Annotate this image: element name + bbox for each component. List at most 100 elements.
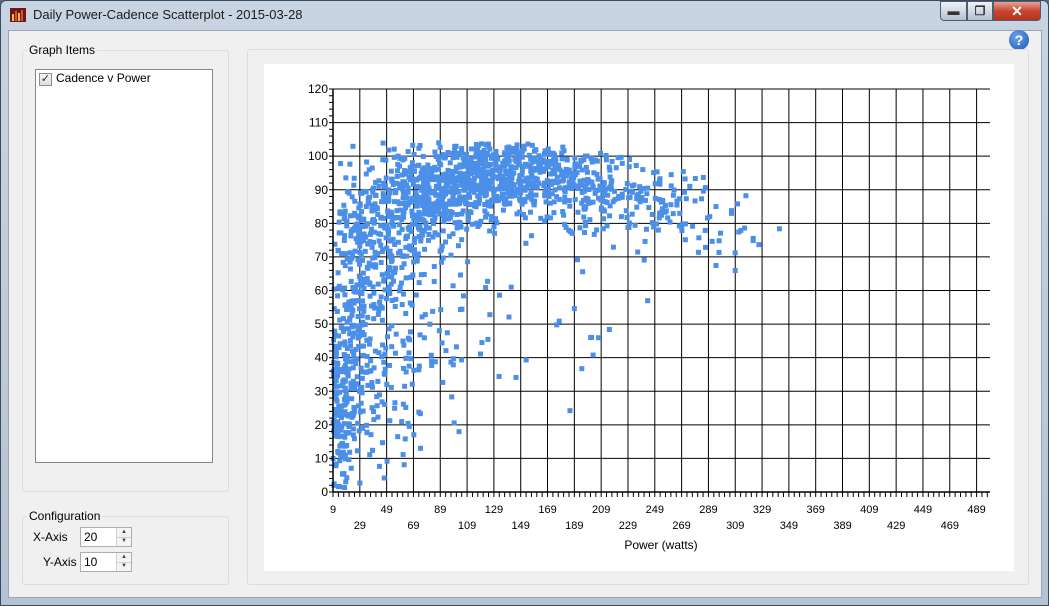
data-point [335, 293, 341, 299]
x-axis-value: 20 [84, 530, 98, 544]
data-point [358, 291, 364, 297]
x-axis-down-arrow-icon[interactable]: ▼ [117, 537, 131, 546]
data-point [506, 158, 512, 164]
data-point [564, 184, 570, 190]
data-point [716, 249, 722, 255]
data-point [404, 234, 410, 240]
data-point [713, 263, 719, 269]
title-bar[interactable]: Daily Power-Cadence Scatterplot - 2015-0… [1, 1, 1048, 31]
y-tick-label: 50 [315, 317, 329, 331]
data-point [380, 191, 386, 197]
x-axis-stepper[interactable]: 20 ▲ ▼ [80, 527, 132, 547]
data-point [582, 230, 588, 236]
data-point [523, 240, 529, 246]
data-point [528, 192, 534, 198]
data-point [399, 264, 405, 270]
data-point [411, 152, 417, 158]
data-point [431, 217, 437, 223]
data-point [709, 238, 715, 244]
list-item[interactable]: ✓ Cadence v Power [36, 70, 212, 88]
data-point [487, 228, 493, 234]
data-point [417, 143, 423, 149]
x-tick-label: 189 [565, 520, 583, 532]
data-point [407, 337, 413, 343]
help-icon[interactable]: ? [1009, 30, 1029, 50]
x-tick-label: 229 [619, 520, 637, 532]
data-point [350, 426, 356, 432]
data-point [415, 225, 421, 231]
minimize-button[interactable]: ▬ [940, 1, 967, 21]
data-point [698, 196, 704, 202]
data-point [668, 202, 674, 208]
data-point [370, 447, 376, 453]
data-point [495, 176, 501, 182]
data-point [427, 212, 433, 218]
data-point [384, 222, 390, 228]
data-point [637, 184, 643, 190]
data-point [584, 169, 590, 175]
data-point [429, 362, 435, 368]
data-point [363, 422, 369, 428]
maximize-button[interactable]: ❐ [967, 1, 993, 21]
y-tick-label: 20 [315, 418, 329, 432]
data-point [656, 215, 662, 221]
data-point [713, 204, 719, 210]
data-point [562, 199, 568, 205]
y-tick-label: 70 [315, 250, 329, 264]
y-axis-value: 10 [84, 555, 98, 569]
data-point [386, 326, 392, 332]
data-point [387, 265, 393, 271]
data-point [415, 184, 421, 190]
data-point [378, 259, 384, 265]
data-point [417, 332, 423, 338]
data-point [603, 153, 609, 159]
data-point [371, 216, 377, 222]
data-point [376, 238, 382, 244]
data-point [410, 142, 416, 148]
data-point [352, 385, 358, 391]
y-axis-down-arrow-icon[interactable]: ▼ [117, 562, 131, 571]
data-point [443, 348, 449, 354]
data-point [502, 201, 508, 207]
close-button[interactable]: ✕ [993, 1, 1041, 21]
data-point [341, 202, 347, 208]
cadence-power-checkbox[interactable]: ✓ [39, 73, 52, 86]
data-point [345, 421, 351, 427]
data-point [357, 201, 363, 207]
data-point [552, 163, 558, 169]
data-point [391, 146, 397, 152]
data-point [572, 196, 578, 202]
data-point [668, 172, 674, 178]
graph-items-list[interactable]: ✓ Cadence v Power [35, 69, 213, 463]
data-point [360, 270, 366, 276]
data-point [333, 421, 339, 427]
data-point [506, 201, 512, 207]
data-point [420, 153, 426, 159]
x-tick-label: 429 [887, 520, 905, 532]
data-point [364, 369, 370, 375]
data-point [387, 248, 393, 254]
data-point [519, 148, 525, 154]
x-tick-label: 349 [780, 520, 798, 532]
data-point [342, 409, 348, 415]
bar-chart-app-icon [10, 8, 26, 22]
data-point [607, 213, 613, 219]
data-point [491, 194, 497, 200]
data-point [450, 231, 456, 237]
data-point [550, 157, 556, 163]
data-point [718, 230, 724, 236]
data-point [517, 198, 523, 204]
y-axis-stepper[interactable]: 10 ▲ ▼ [80, 552, 132, 572]
data-point [351, 182, 357, 188]
data-point [389, 178, 395, 184]
data-point [529, 233, 535, 239]
data-point [366, 341, 372, 347]
data-point [448, 252, 454, 258]
scatter-chart-svg: 0 10 20 30 40 50 60 70 80 90 100 110 120 9 29 49 69 89 109… [308, 82, 990, 552]
data-point [594, 227, 600, 233]
data-point [619, 191, 625, 197]
data-point [426, 231, 432, 237]
data-point [431, 278, 437, 284]
x-tick-label: 269 [672, 520, 690, 532]
x-tick-label: 29 [354, 520, 366, 532]
